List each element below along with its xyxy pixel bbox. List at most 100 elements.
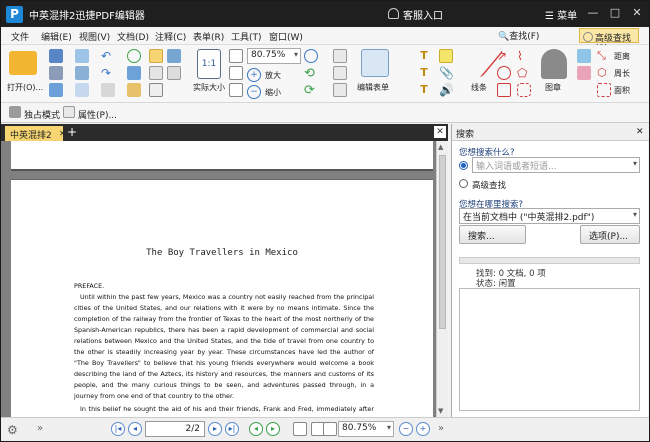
page-number-field[interactable]: 2/2 (145, 421, 205, 437)
hand-tool-icon[interactable] (149, 49, 163, 63)
email-icon[interactable] (49, 83, 63, 97)
facing-pages-icon[interactable] (323, 422, 337, 436)
scan-icon[interactable] (75, 66, 89, 80)
camera-icon[interactable] (167, 49, 181, 63)
customer-service-button[interactable]: 客服入口 (403, 7, 443, 22)
eraser-icon[interactable] (577, 66, 591, 80)
text-tool-icon[interactable]: T (417, 49, 431, 63)
zoom-out-label[interactable]: 缩小 (265, 87, 281, 98)
new-document-icon[interactable] (75, 49, 89, 63)
close-document-button[interactable]: ✕ (434, 126, 446, 138)
perimeter-icon[interactable]: ⬡ (597, 66, 611, 80)
clear-icon[interactable] (101, 83, 115, 97)
expand-icon[interactable]: » (37, 423, 51, 437)
clipboard-icon[interactable] (75, 83, 89, 97)
single-page-icon[interactable] (293, 422, 307, 436)
zoom-select[interactable]: 80.75% (247, 48, 301, 64)
settings-gear-icon[interactable]: ⚙ (7, 423, 21, 437)
magnifier-icon[interactable] (304, 49, 318, 63)
area-icon[interactable] (597, 83, 611, 97)
rectangle-tool-icon[interactable] (497, 83, 511, 97)
search-results-list[interactable] (459, 288, 640, 411)
edit-form-label[interactable]: 编辑表单 (357, 82, 389, 93)
ellipse-tool-icon[interactable] (497, 66, 511, 80)
menu-comment[interactable]: 注释(C) (155, 30, 186, 43)
next-page-button[interactable]: ▸ (208, 422, 222, 436)
more-tools-icon[interactable]: » (438, 423, 452, 437)
zoom-in-label[interactable]: 放大 (265, 70, 281, 81)
search-text-radio[interactable] (459, 161, 468, 170)
advanced-search-radio[interactable] (459, 179, 468, 188)
fit-page-icon[interactable] (229, 49, 243, 63)
properties-button[interactable]: 属性(P)... (78, 108, 117, 121)
select-object-icon[interactable] (167, 66, 181, 80)
minimize-button[interactable]: — (585, 5, 601, 21)
history-back-button[interactable]: ◂ (249, 422, 263, 436)
redo-icon[interactable]: ↷ (101, 66, 115, 80)
search-button[interactable]: 搜索... (459, 225, 526, 244)
arrow-tool-icon[interactable]: ↗ (497, 49, 511, 63)
status-zoom-out-button[interactable]: − (399, 422, 413, 436)
search-input[interactable]: 输入词语或者短语... (472, 157, 640, 173)
distance-label[interactable]: 距离 (614, 51, 630, 62)
menu-edit[interactable]: 编辑(E) (41, 30, 72, 43)
pdf-page[interactable]: The Boy Travellers in Mexico PREFACE. Un… (11, 179, 433, 424)
form-field-icon[interactable] (333, 49, 347, 63)
perimeter-label[interactable]: 周长 (614, 68, 630, 79)
rotate-left-icon[interactable]: ⟲ (304, 66, 318, 81)
maximize-button[interactable]: □ (607, 5, 623, 21)
marquee-icon[interactable] (149, 83, 163, 97)
undo-icon[interactable]: ↶ (101, 49, 115, 63)
search-scope-select[interactable]: 在当前文档中 ("中英混排2.pdf") (459, 208, 640, 224)
fit-width-icon[interactable] (229, 66, 243, 80)
attachment-icon[interactable]: 📎 (439, 66, 454, 80)
main-menu-button[interactable]: ☰ 菜单 (545, 7, 577, 22)
snapshot-icon[interactable] (127, 83, 141, 97)
menu-document[interactable]: 文档(D) (117, 30, 149, 43)
sound-icon[interactable]: 🔊 (439, 83, 454, 97)
checkbox-field-icon[interactable] (333, 66, 347, 80)
print-icon[interactable] (49, 66, 63, 80)
polygon-tool-icon[interactable]: ⬠ (517, 66, 531, 80)
typewriter-icon[interactable]: T (417, 66, 431, 80)
search-options-button[interactable]: 选项(P)... (580, 225, 640, 244)
select-icon[interactable] (149, 66, 163, 80)
zoom-out-icon[interactable]: − (247, 85, 261, 99)
text-select-icon[interactable] (127, 66, 141, 80)
fit-visible-icon[interactable] (229, 83, 243, 97)
open-folder-icon[interactable] (9, 51, 37, 75)
menu-window[interactable]: 窗口(W) (269, 30, 303, 43)
back-icon[interactable] (127, 49, 141, 63)
history-forward-button[interactable]: ▸ (266, 422, 280, 436)
scroll-up-icon[interactable]: ▲ (438, 143, 443, 151)
menu-tools[interactable]: 工具(T) (231, 30, 262, 43)
document-viewport[interactable]: The Boy Travellers in Mexico PREFACE. Un… (1, 141, 448, 424)
vertical-scrollbar[interactable]: ▲ ▼ (436, 141, 448, 417)
menu-view[interactable]: 视图(V) (79, 30, 110, 43)
pencil-icon[interactable] (577, 49, 591, 63)
stamp-icon[interactable] (541, 49, 567, 79)
find-button[interactable]: 🔍查找(F) (498, 29, 539, 42)
lines-label[interactable]: 线条 (471, 82, 487, 93)
advanced-find-button[interactable]: 高级查找(S) (579, 28, 639, 54)
actual-size-label[interactable]: 实际大小 (193, 82, 225, 93)
last-page-button[interactable]: ▸| (225, 422, 239, 436)
previous-page-button[interactable]: ◂ (128, 422, 142, 436)
rotate-right-icon[interactable]: ⟳ (304, 83, 318, 98)
scrollbar-thumb[interactable] (439, 155, 446, 329)
close-window-button[interactable]: ✕ (629, 5, 645, 21)
status-zoom-select[interactable]: 80.75% (338, 421, 394, 437)
scroll-down-icon[interactable]: ▼ (438, 407, 443, 415)
actual-size-icon[interactable]: 1:1 (197, 49, 221, 79)
document-tab[interactable]: 中英混排2 ✕ (5, 126, 66, 141)
open-button-label[interactable]: 打开(O)... (7, 82, 43, 93)
polyline-tool-icon[interactable]: ⌇ (517, 49, 531, 63)
status-zoom-in-button[interactable]: + (416, 422, 430, 436)
menu-form[interactable]: 表单(R) (193, 30, 224, 43)
stamp-label[interactable]: 图章 (545, 82, 561, 93)
advanced-search-label[interactable]: 高级查找 (472, 179, 506, 191)
first-page-button[interactable]: |◂ (111, 422, 125, 436)
new-tab-button[interactable]: + (67, 125, 77, 139)
note-icon[interactable] (439, 49, 453, 63)
list-field-icon[interactable] (333, 83, 347, 97)
